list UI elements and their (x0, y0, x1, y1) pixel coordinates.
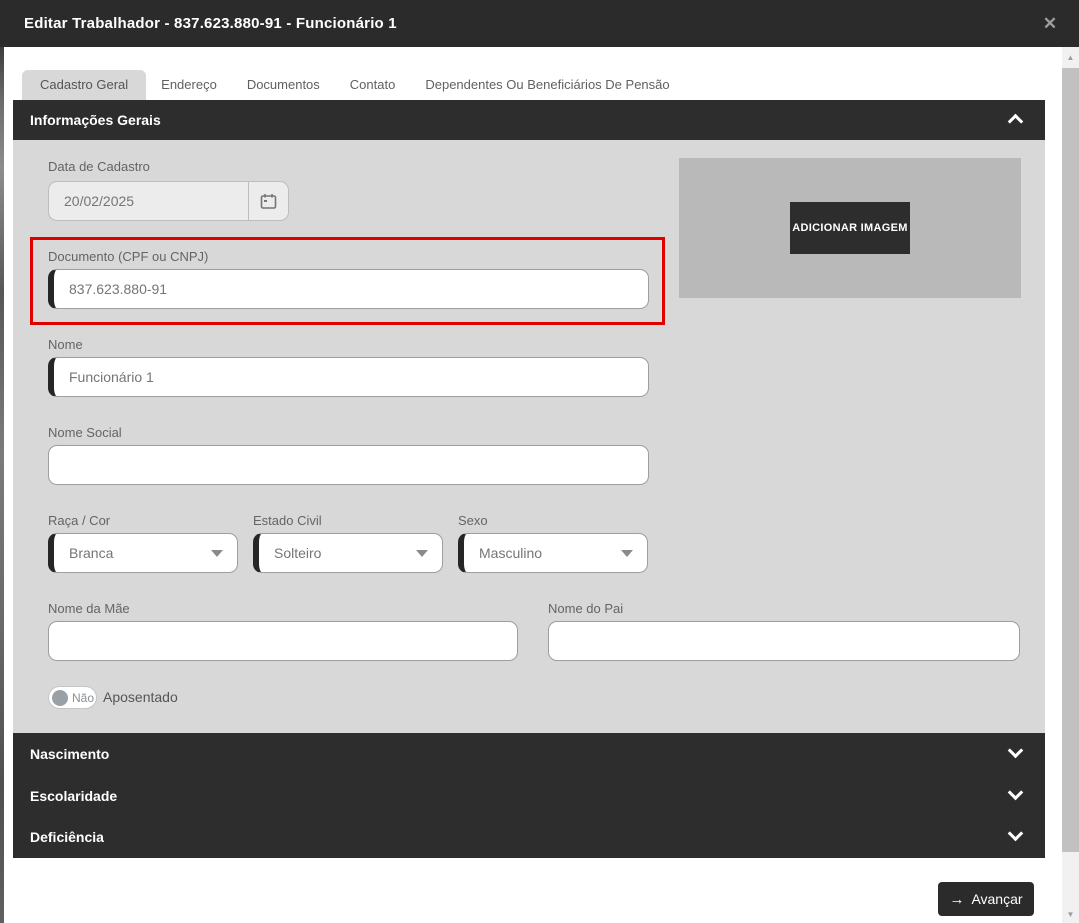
add-image-button[interactable]: ADICIONAR IMAGEM (790, 202, 910, 254)
retired-label: Aposentado (103, 689, 178, 705)
dropdown-arrow-icon (416, 550, 428, 557)
chevron-down-icon (1008, 784, 1024, 800)
background-page-sliver (0, 47, 4, 923)
tab-dependentes[interactable]: Dependentes Ou Beneficiários De Pensão (410, 70, 684, 100)
modal-header: Editar Trabalhador - 837.623.880-91 - Fu… (0, 0, 1079, 47)
section-header-escolaridade[interactable]: Escolaridade (13, 775, 1045, 817)
tab-cadastro-geral[interactable]: Cadastro Geral (22, 70, 146, 100)
section-title: Informações Gerais (30, 112, 161, 128)
document-label: Documento (CPF ou CNPJ) (48, 249, 208, 264)
race-label: Raça / Cor (48, 513, 110, 528)
race-select[interactable]: Branca (48, 533, 238, 573)
tab-documentos[interactable]: Documentos (232, 70, 335, 100)
social-name-field[interactable] (48, 445, 649, 485)
chevron-down-icon (1008, 826, 1024, 842)
close-icon[interactable]: ✕ (1033, 0, 1067, 47)
avancar-label: Avançar (971, 891, 1022, 907)
mother-name-label: Nome da Mãe (48, 601, 130, 616)
name-field[interactable] (48, 357, 649, 397)
document-input[interactable] (54, 281, 648, 297)
edit-worker-modal: { "modal": { "title": "Editar Trabalhado… (0, 0, 1079, 923)
section-title: Escolaridade (30, 788, 117, 804)
race-value: Branca (54, 545, 211, 561)
chevron-up-icon (1008, 114, 1024, 130)
sex-label: Sexo (458, 513, 488, 528)
registration-date-label: Data de Cadastro (48, 159, 150, 174)
arrow-right-icon: → (949, 891, 964, 908)
marital-status-select[interactable]: Solteiro (253, 533, 443, 573)
social-name-label: Nome Social (48, 425, 122, 440)
image-placeholder: ADICIONAR IMAGEM (679, 158, 1021, 298)
dropdown-arrow-icon (211, 550, 223, 557)
scroll-down-icon[interactable]: ▼ (1062, 906, 1079, 923)
calendar-icon[interactable] (248, 182, 288, 220)
mother-name-input[interactable] (49, 633, 517, 649)
name-label: Nome (48, 337, 83, 352)
section-header-informacoes-gerais[interactable]: Informações Gerais (13, 100, 1045, 140)
father-name-field[interactable] (548, 621, 1020, 661)
registration-date-value: 20/02/2025 (49, 193, 248, 209)
father-name-label: Nome do Pai (548, 601, 623, 616)
marital-status-value: Solteiro (259, 545, 416, 561)
sex-value: Masculino (464, 545, 621, 561)
sex-select[interactable]: Masculino (458, 533, 648, 573)
chevron-down-icon (1008, 743, 1024, 759)
dropdown-arrow-icon (621, 550, 633, 557)
retired-toggle[interactable]: Não (48, 686, 97, 709)
social-name-input[interactable] (49, 457, 648, 473)
mother-name-field[interactable] (48, 621, 518, 661)
modal-title: Editar Trabalhador - 837.623.880-91 - Fu… (0, 15, 397, 32)
registration-date-field: 20/02/2025 (48, 181, 289, 221)
tab-endereco[interactable]: Endereço (146, 70, 232, 100)
section-header-nascimento[interactable]: Nascimento (13, 733, 1045, 775)
section-title: Nascimento (30, 746, 109, 762)
retired-toggle-value: Não (68, 691, 94, 705)
marital-status-label: Estado Civil (253, 513, 322, 528)
vertical-scrollbar[interactable]: ▲ ▼ (1062, 47, 1079, 923)
scrollbar-thumb[interactable] (1062, 68, 1079, 852)
father-name-input[interactable] (549, 633, 1019, 649)
tab-bar: Cadastro Geral Endereço Documentos Conta… (22, 70, 685, 100)
tab-contato[interactable]: Contato (335, 70, 411, 100)
collapsed-sections: Nascimento Escolaridade Deficiência (13, 733, 1045, 858)
avancar-button[interactable]: → Avançar (938, 882, 1034, 916)
section-title: Deficiência (30, 829, 104, 845)
name-input[interactable] (54, 369, 648, 385)
section-header-deficiencia[interactable]: Deficiência (13, 816, 1045, 858)
document-field[interactable] (48, 269, 649, 309)
toggle-knob-icon (52, 690, 68, 706)
scroll-up-icon[interactable]: ▲ (1062, 49, 1079, 66)
